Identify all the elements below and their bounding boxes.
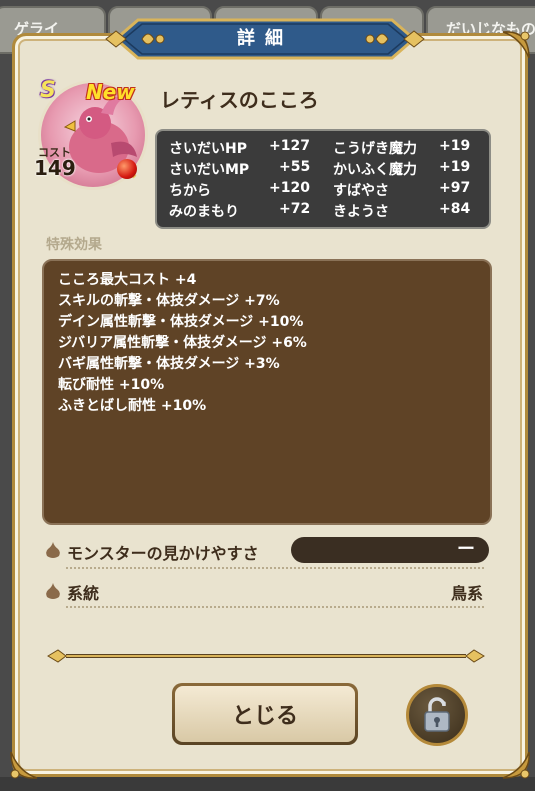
effect-item: スキルの斬撃・体技ダメージ +7% [58,293,280,309]
effect-item: 転び耐性 +10% [58,377,165,393]
stat-attack-magic-value: +19 [439,138,471,154]
background-bottom-strip [0,777,535,791]
family-value: 鳥系 [450,584,483,603]
row-divider [66,567,484,569]
stat-max-hp-value: +127 [269,138,310,154]
stat-dexterity-value: +84 [439,201,471,217]
visibility-bar: ー [291,537,489,563]
family-label: 系統 [67,584,100,603]
stats-table: さいだいHP +127 こうげき魔力 +19 さいだいMP +55 かいふく魔力… [155,129,491,229]
lock-toggle-button[interactable] [406,684,468,746]
corner-ornament-bottom-left-icon [7,748,41,782]
effect-item: ふきとばし耐性 +10% [58,398,207,414]
special-effects-label: 特殊効果 [46,237,102,253]
row-divider [66,606,484,608]
cost-value: 149 [34,156,76,180]
stat-heal-magic-label: かいふく魔力 [333,162,417,178]
stat-strength-label: ちから [169,183,211,199]
effect-item: デイン属性斬撃・体技ダメージ +10% [58,314,304,330]
close-button[interactable]: とじる [172,683,358,745]
close-button-label: とじる [175,686,355,742]
stat-attack-magic-label: こうげき魔力 [333,141,417,157]
stat-max-hp-label: さいだいHP [169,141,247,157]
dialog-title-plate: 詳細 [104,16,426,62]
heart-gem-icon [117,159,137,179]
special-effects-list: こころ最大コスト +4 スキルの斬撃・体技ダメージ +7% デイン属性斬撃・体技… [42,259,492,525]
effect-item: バギ属性斬撃・体技ダメージ +3% [58,356,280,372]
effect-item: ジバリア属性斬撃・体技ダメージ +6% [58,335,307,351]
corner-ornament-bottom-right-icon [499,748,533,782]
stat-dexterity-label: きようさ [333,204,389,220]
rank-badge: S [40,78,56,103]
stat-heal-magic-value: +19 [439,159,471,175]
new-badge: New [86,80,135,104]
stat-agility-label: すばやさ [333,183,389,199]
visibility-label: モンスターの見かけやすさ [67,544,259,563]
stat-max-mp-label: さいだいMP [169,162,250,178]
ornamental-divider-icon [47,649,485,663]
stat-max-mp-value: +55 [279,159,311,175]
stat-defense-value: +72 [279,201,311,217]
unlocked-padlock-icon [424,697,450,732]
onion-bullet-icon [46,542,60,558]
onion-bullet-icon [46,583,60,599]
corner-ornament-top-right-icon [499,28,533,62]
dialog-title: 詳細 [237,28,293,49]
stat-strength-value: +120 [269,180,310,196]
stat-agility-value: +97 [439,180,471,196]
heart-name: レティスのこころ [160,88,319,112]
visibility-value: ー [457,539,475,560]
stat-defense-label: みのまもり [169,204,239,220]
effect-item: こころ最大コスト +4 [58,272,197,288]
